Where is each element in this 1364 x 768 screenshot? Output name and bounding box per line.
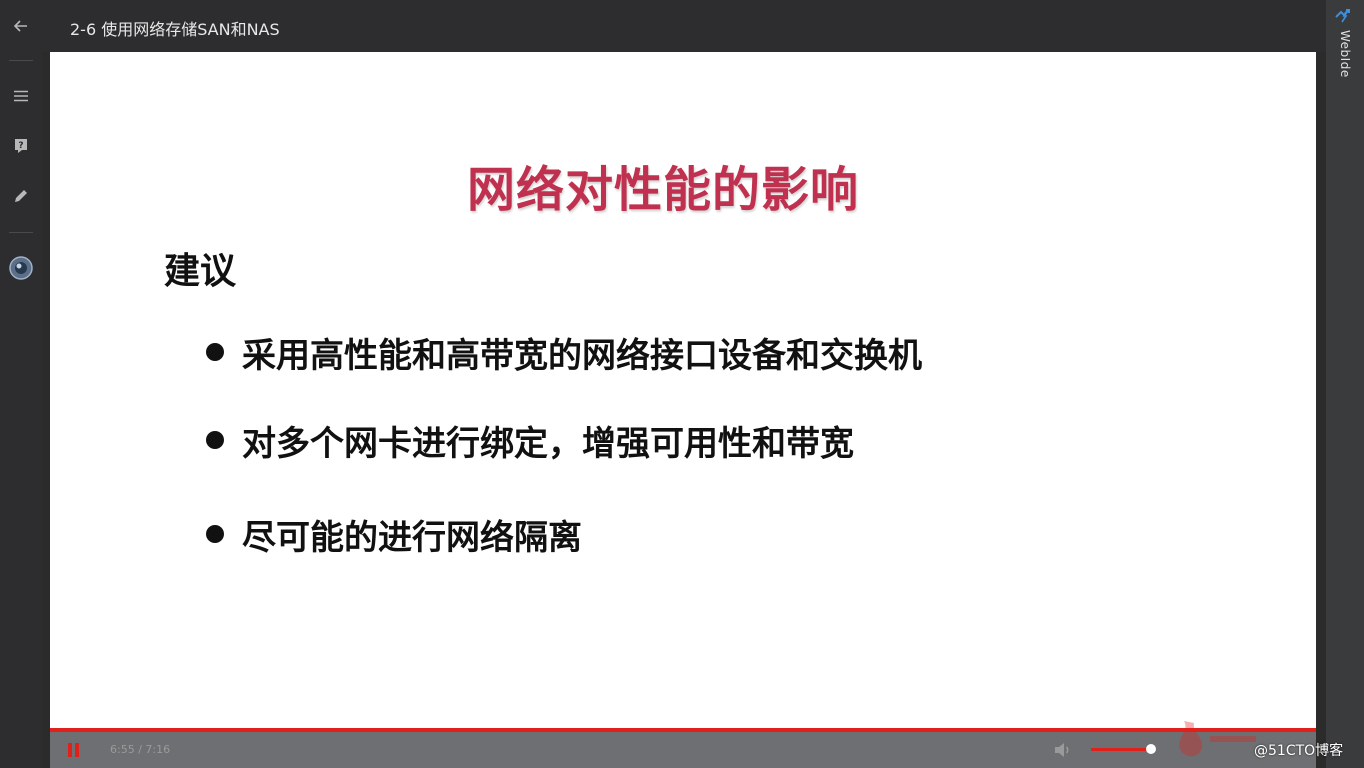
pause-icon <box>68 743 72 757</box>
player-controls: 6:55 / 7:16 <box>50 732 1316 768</box>
video-title: 2-6 使用网络存储SAN和NAS <box>70 20 280 39</box>
bullet-item: 尽可能的进行网络隔离 <box>206 510 582 558</box>
slide-heading: 建议 <box>164 251 237 292</box>
edit-button[interactable] <box>0 176 42 216</box>
volume-knob[interactable] <box>1146 744 1156 754</box>
webide-label: WebIde <box>1338 30 1352 78</box>
menu-button[interactable] <box>0 76 42 116</box>
lightning-icon <box>1335 9 1350 23</box>
title-bar: 2-6 使用网络存储SAN和NAS <box>42 0 1326 52</box>
menu-icon <box>14 90 28 102</box>
bullet-dot <box>206 343 224 361</box>
watermark-text: @51CTO博客 <box>1254 743 1344 759</box>
bullet-dot <box>206 431 224 449</box>
bullet-text: 对多个网卡进行绑定，增强可用性和带宽 <box>242 423 854 464</box>
logo-watermark-icon <box>1179 721 1256 757</box>
video-player-page: ? 2-6 使用网络存储SAN和NAS WebIde 网络对性能的影响 建议 采… <box>0 0 1364 768</box>
avatar-button[interactable] <box>0 248 42 288</box>
webide-button[interactable]: WebIde <box>1333 8 1357 108</box>
back-button[interactable] <box>0 6 42 46</box>
time-display: 6:55 / 7:16 <box>110 743 171 756</box>
left-rail: ? <box>0 0 42 768</box>
question-button[interactable]: ? <box>0 126 42 166</box>
pause-icon-bar <box>75 743 79 757</box>
volume-icon[interactable] <box>1054 742 1072 758</box>
bullet-text: 采用高性能和高带宽的网络接口设备和交换机 <box>242 335 922 376</box>
volume-slider[interactable] <box>1091 744 1156 754</box>
volume-fill <box>1091 748 1151 751</box>
bullet-dot <box>206 525 224 543</box>
bullet-item: 采用高性能和高带宽的网络接口设备和交换机 <box>206 328 922 376</box>
question-icon: ? <box>15 139 27 153</box>
video-frame[interactable]: 网络对性能的影响 建议 采用高性能和高带宽的网络接口设备和交换机 对多个网卡进行… <box>50 52 1316 730</box>
bullet-item: 对多个网卡进行绑定，增强可用性和带宽 <box>206 416 854 464</box>
rail-divider <box>9 60 33 61</box>
right-rail: WebIde <box>1326 0 1364 768</box>
pause-button[interactable] <box>68 743 82 757</box>
slide-title: 网络对性能的影响 <box>466 162 859 218</box>
back-arrow-icon <box>14 20 27 32</box>
rail-divider <box>9 232 33 233</box>
svg-text:?: ? <box>18 141 23 151</box>
pencil-icon <box>15 190 27 202</box>
avatar-icon <box>9 256 33 280</box>
bullet-text: 尽可能的进行网络隔离 <box>242 517 582 558</box>
